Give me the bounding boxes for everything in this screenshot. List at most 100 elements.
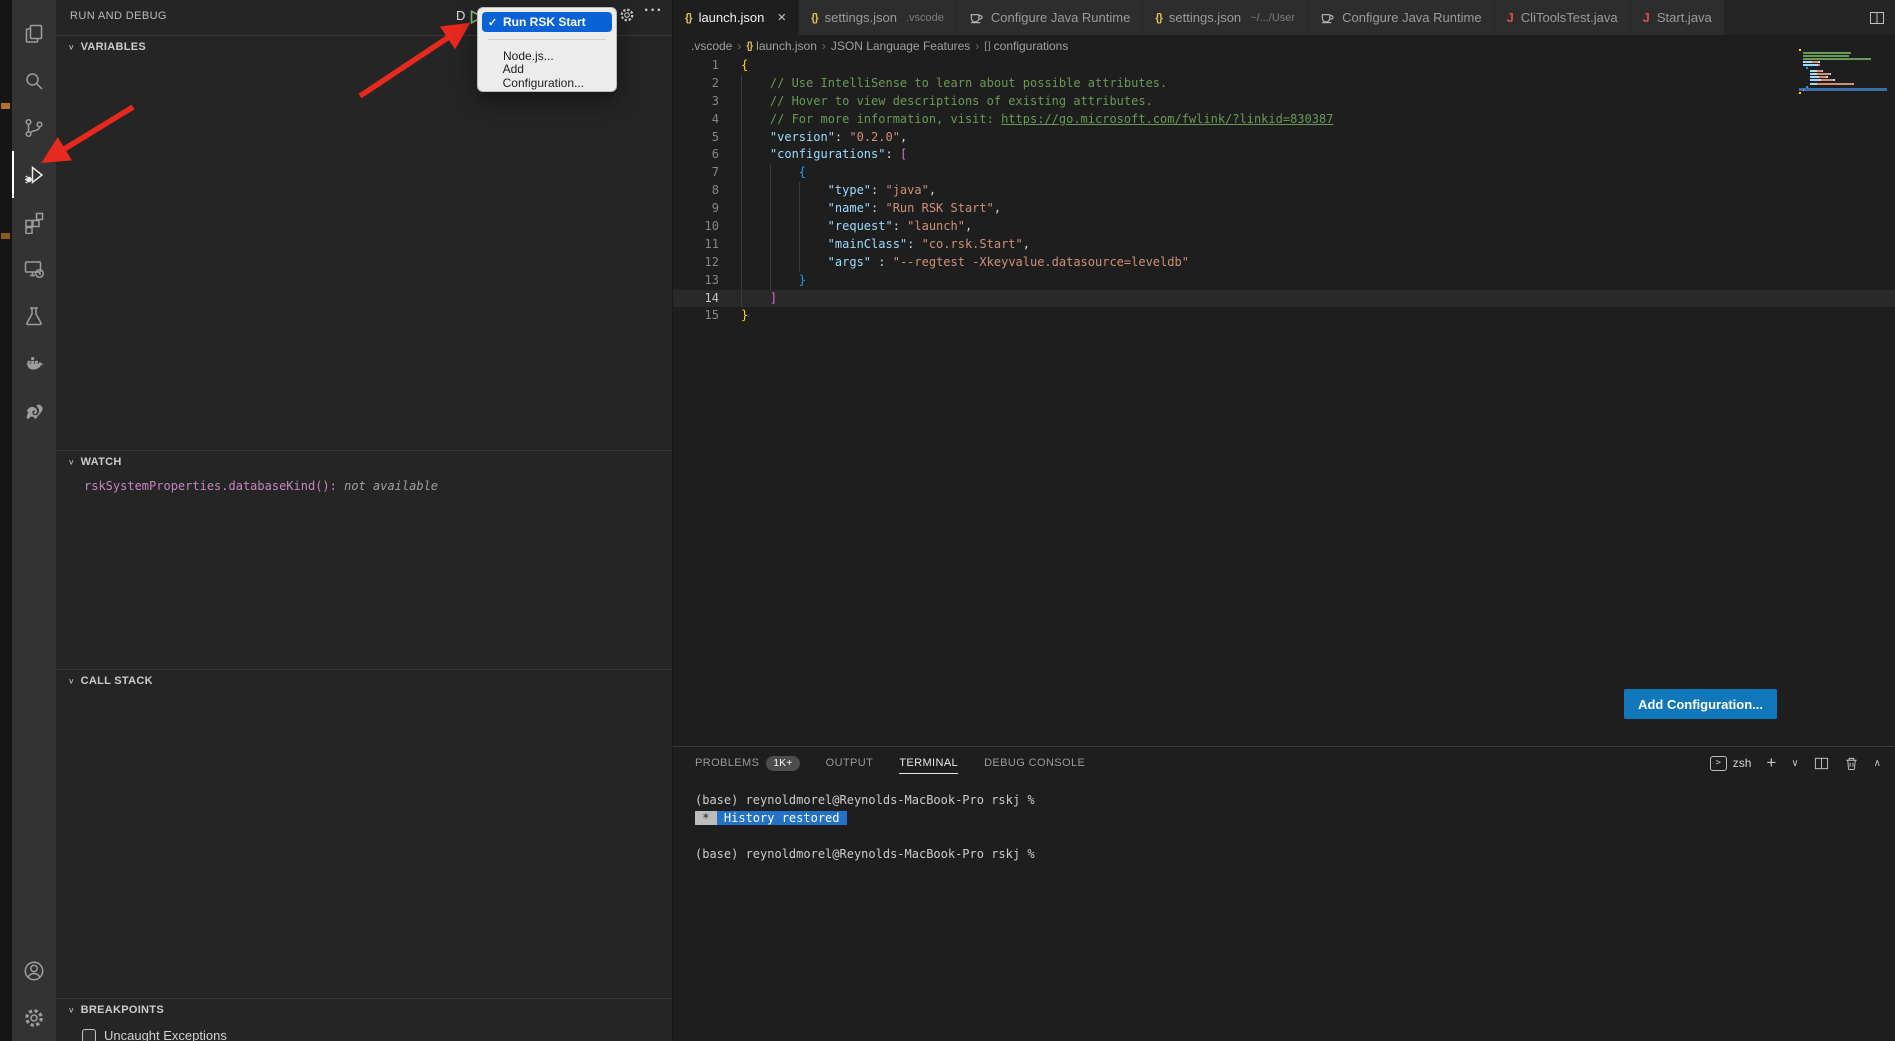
breadcrumb-item-vscode[interactable]: .vscode <box>691 39 732 53</box>
breadcrumb-item-configurations[interactable]: [ ]configurations <box>984 39 1068 53</box>
more-actions-icon[interactable]: ··· <box>644 2 663 20</box>
activity-bar-item-explorer[interactable] <box>12 10 56 57</box>
section-header-watch[interactable]: ∨WATCH <box>56 451 672 473</box>
code-line-2[interactable]: 2 // Use IntelliSense to learn about poss… <box>673 75 1895 93</box>
split-terminal-icon[interactable] <box>1814 756 1829 771</box>
panel-tab-label: TERMINAL <box>899 757 958 769</box>
line-content[interactable]: "configurations": [ <box>741 146 907 164</box>
line-number[interactable]: 13 <box>673 272 719 290</box>
panel-tab-problems[interactable]: PROBLEMS1K+ <box>695 747 800 779</box>
code-line-13[interactable]: 13} <box>673 272 1895 290</box>
line-number[interactable]: 8 <box>673 182 719 200</box>
line-number[interactable]: 15 <box>673 307 719 325</box>
activity-bar-item-run-and-debug[interactable] <box>12 151 56 198</box>
tab-bar-spacer <box>1725 0 1895 35</box>
line-number[interactable]: 1 <box>673 57 719 75</box>
code-line-9[interactable]: 9 "name": "Run RSK Start", <box>673 200 1895 218</box>
line-content[interactable]: "request": "launch", <box>741 218 972 236</box>
line-number[interactable]: 5 <box>673 129 719 147</box>
code-line-12[interactable]: 12 "args" : "--regtest -Xkeyvalue.datasou… <box>673 254 1895 272</box>
line-content[interactable]: } <box>741 272 806 290</box>
code-line-1[interactable]: 1{ <box>673 57 1895 75</box>
terminal-output[interactable]: (base) reynoldmorel@Reynolds-MacBook-Pro… <box>673 779 1895 863</box>
line-number[interactable]: 7 <box>673 164 719 182</box>
line-number[interactable]: 6 <box>673 146 719 164</box>
line-content[interactable]: "name": "Run RSK Start", <box>741 200 1001 218</box>
panel-tab-debug-console[interactable]: DEBUG CONSOLE <box>984 747 1085 779</box>
shell-picker[interactable]: > zsh <box>1710 756 1752 771</box>
section-header-callstack[interactable]: ∨CALL STACK <box>56 670 672 692</box>
line-number[interactable]: 9 <box>673 200 719 218</box>
line-number[interactable]: 14 <box>673 290 719 308</box>
code-line-6[interactable]: 6 "configurations": [ <box>673 146 1895 164</box>
activity-bar-item-search[interactable] <box>12 57 56 104</box>
code-line-4[interactable]: 4 // For more information, visit: https:/… <box>673 111 1895 129</box>
close-icon[interactable]: × <box>777 10 786 25</box>
code-line-10[interactable]: 10 "request": "launch", <box>673 218 1895 236</box>
open-launch-json-gear-icon[interactable] <box>618 6 636 24</box>
code-line-15[interactable]: 15} <box>673 307 1895 325</box>
code-line-5[interactable]: 5 "version": "0.2.0", <box>673 129 1895 147</box>
tab-configure-java-runtime[interactable]: Configure Java Runtime <box>1308 0 1494 35</box>
split-editor-icon[interactable] <box>1869 10 1885 26</box>
code-line-7[interactable]: 7{ <box>673 164 1895 182</box>
line-number[interactable]: 4 <box>673 111 719 129</box>
line-number[interactable]: 12 <box>673 254 719 272</box>
panel-tab-terminal[interactable]: TERMINAL <box>899 747 958 779</box>
code-line-3[interactable]: 3 // Hover to view descriptions of existi… <box>673 93 1895 111</box>
activity-bar-item-accounts[interactable] <box>12 947 56 994</box>
line-number[interactable]: 11 <box>673 236 719 254</box>
line-number[interactable]: 2 <box>673 75 719 93</box>
uncaught-exceptions-checkbox[interactable] <box>82 1029 96 1041</box>
tab-clitoolstest-java[interactable]: JCliToolsTest.java <box>1495 0 1631 35</box>
menu-item-run-rsk-start[interactable]: ✓Run RSK Start <box>482 12 612 32</box>
activity-bar-item-settings[interactable] <box>12 994 56 1041</box>
new-terminal-icon[interactable]: + <box>1766 753 1776 773</box>
tab-launch-json[interactable]: {}launch.json× <box>673 0 799 35</box>
code-editor[interactable]: 1{2// Use IntelliSense to learn about po… <box>673 57 1895 746</box>
line-content[interactable]: { <box>741 57 748 75</box>
line-content[interactable]: "version": "0.2.0", <box>741 129 907 147</box>
launch-profile-chevron-icon[interactable]: ∨ <box>1791 758 1798 769</box>
code-line-11[interactable]: 11 "mainClass": "co.rsk.Start", <box>673 236 1895 254</box>
minimap[interactable] <box>1799 48 1887 100</box>
activity-bar-item-testing[interactable] <box>12 292 56 339</box>
watch-expression-row[interactable]: rskSystemProperties.databaseKind(): not … <box>84 479 672 493</box>
line-content[interactable]: "args" : "--regtest -Xkeyvalue.datasourc… <box>741 254 1189 272</box>
code-token: : <box>871 200 885 218</box>
maximize-panel-chevron-icon[interactable]: ∧ <box>1874 758 1881 769</box>
background-window-edge <box>0 0 12 1041</box>
line-number[interactable]: 3 <box>673 93 719 111</box>
terminal-highlight-blue: History restored <box>717 811 847 825</box>
panel-tab-output[interactable]: OUTPUT <box>826 747 874 779</box>
breadcrumb-item-launch-json[interactable]: {}launch.json <box>746 39 817 53</box>
line-content[interactable]: { <box>741 164 806 182</box>
indent-guide <box>741 75 770 93</box>
line-content[interactable]: ] <box>741 290 777 308</box>
menu-item-add-configuration[interactable]: Add Configuration... <box>482 66 612 86</box>
breakpoint-row[interactable]: Uncaught Exceptions <box>82 1028 672 1041</box>
code-line-8[interactable]: 8 "type": "java", <box>673 182 1895 200</box>
line-number[interactable]: 10 <box>673 218 719 236</box>
add-configuration-button[interactable]: Add Configuration... <box>1624 689 1777 719</box>
activity-bar-item-docker[interactable] <box>12 339 56 386</box>
line-content[interactable]: } <box>741 307 748 325</box>
line-content[interactable]: // Use IntelliSense to learn about possi… <box>741 75 1167 93</box>
tab-configure-java-runtime[interactable]: Configure Java Runtime <box>957 0 1143 35</box>
kill-terminal-trash-icon[interactable] <box>1844 756 1859 771</box>
tab-settings-json[interactable]: {}settings.json.vscode <box>799 0 957 35</box>
tab-start-java[interactable]: JStart.java <box>1631 0 1725 35</box>
code-line-14[interactable]: 14] <box>673 290 1895 308</box>
line-content[interactable]: // For more information, visit: https://… <box>741 111 1333 129</box>
line-content[interactable]: // Hover to view descriptions of existin… <box>741 93 1153 111</box>
breadcrumb-item-json-language-features[interactable]: JSON Language Features <box>831 39 970 53</box>
activity-bar-item-extensions[interactable] <box>12 198 56 245</box>
activity-bar-item-gradle[interactable] <box>12 386 56 433</box>
line-content[interactable]: "mainClass": "co.rsk.Start", <box>741 236 1030 254</box>
line-content[interactable]: "type": "java", <box>741 182 936 200</box>
activity-bar-item-source-control[interactable] <box>12 104 56 151</box>
breadcrumb: .vscode›{}launch.json›JSON Language Feat… <box>673 35 1895 57</box>
activity-bar-item-remote-explorer[interactable] <box>12 245 56 292</box>
tab-settings-json[interactable]: {}settings.json~/.../User <box>1143 0 1308 35</box>
section-header-breakpoints[interactable]: ∨BREAKPOINTS <box>56 999 672 1021</box>
